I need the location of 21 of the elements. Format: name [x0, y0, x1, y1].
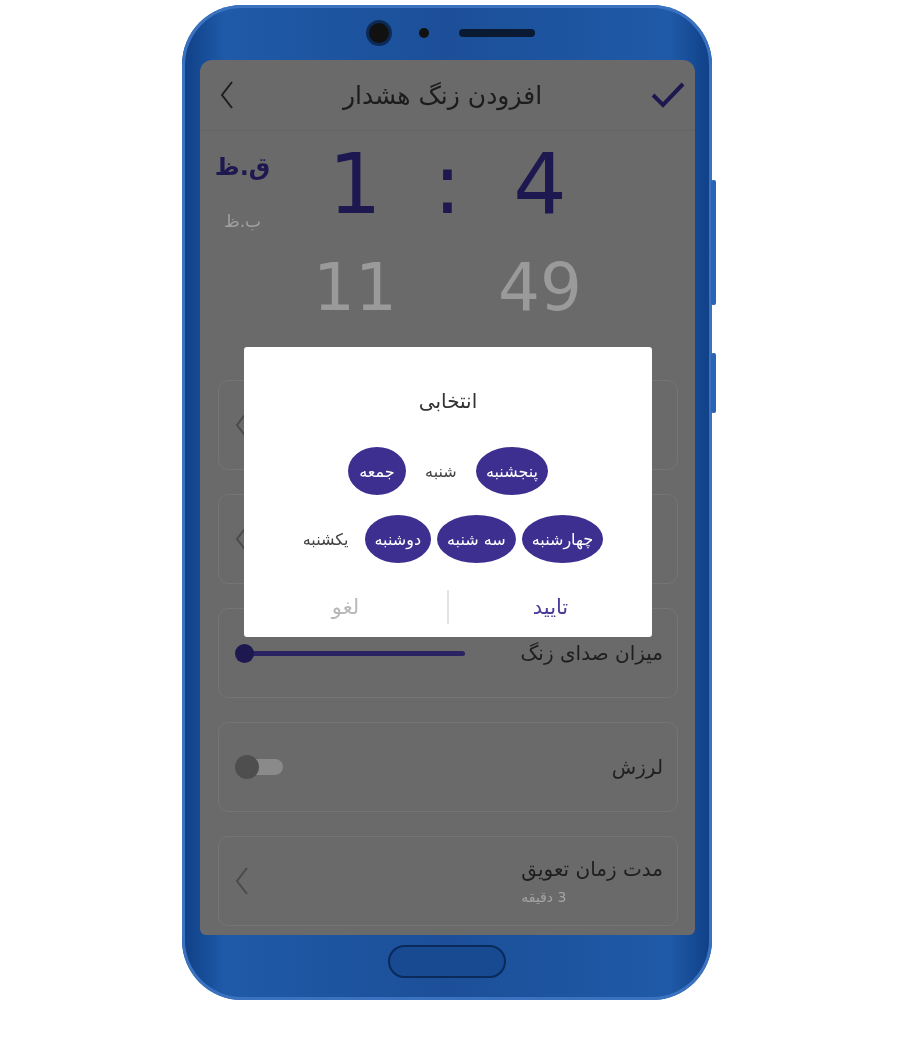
setting-value: 3 دقیقه: [521, 889, 567, 905]
setting-title: مدت زمان تعویق: [521, 857, 663, 881]
day-chip[interactable]: دوشنبه: [364, 515, 432, 563]
day-chip[interactable]: سه شنبه: [437, 515, 516, 563]
day-chip[interactable]: چهارشنبه: [521, 515, 604, 563]
slider-thumb[interactable]: [235, 643, 254, 663]
day-chip[interactable]: یکشنبه: [292, 515, 359, 563]
toggle-switch[interactable]: [235, 755, 283, 779]
setting-title: میزان صدای زنگ: [520, 641, 663, 665]
check-icon[interactable]: [651, 82, 685, 108]
camera-icon: [369, 22, 389, 43]
time-separator: :: [433, 139, 462, 229]
sensor-icon: [419, 27, 429, 38]
day-chip[interactable]: شنبه: [411, 447, 470, 495]
dialog-title: انتخابی: [418, 389, 478, 413]
day-chip[interactable]: پنجشنبه: [475, 447, 549, 495]
screen-title: افزودن زنگ هشدار: [342, 80, 543, 110]
day-chip[interactable]: جمعه: [347, 447, 406, 495]
setting-title: لرزش: [611, 755, 663, 779]
confirm-button[interactable]: تایید: [449, 589, 652, 625]
home-button[interactable]: [388, 945, 506, 978]
